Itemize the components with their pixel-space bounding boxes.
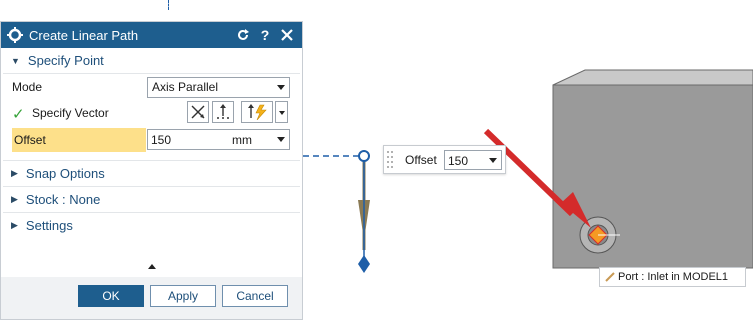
reset-icon: [238, 29, 249, 40]
triangle-right-icon: ▶: [11, 168, 18, 178]
offset-unit: mm: [232, 133, 252, 147]
apply-button[interactable]: Apply: [150, 285, 216, 307]
cross-arrows-icon: [191, 105, 205, 119]
floating-offset-label: Offset: [405, 153, 437, 167]
vector-options-dropdown[interactable]: [275, 101, 288, 123]
model-top-face: [552, 69, 753, 86]
port-inner: [587, 224, 609, 246]
offset-label-highlight: Offset: [12, 128, 146, 152]
tooltip-text: Port : Inlet in MODEL1: [618, 271, 729, 283]
offset-label: Offset: [14, 133, 46, 147]
collapse-dialog-toggle[interactable]: [1, 258, 302, 274]
checkmark-icon: ✓: [12, 106, 25, 123]
mode-label: Mode: [12, 80, 43, 94]
drag-grip-icon[interactable]: [387, 150, 393, 170]
origin-marker: [358, 150, 370, 162]
section-stock[interactable]: ▶ Stock : None: [1, 187, 302, 212]
model-front-face: [552, 84, 753, 269]
offset-input[interactable]: 150 mm: [147, 129, 290, 150]
dialog-button-area: OK Apply Cancel: [1, 277, 302, 319]
vector-inferred-button[interactable]: [241, 101, 273, 123]
mode-row: Mode Axis Parallel: [1, 74, 302, 100]
viewport-dashed-line-top: [168, 0, 169, 10]
triangle-right-icon: ▶: [11, 194, 18, 204]
close-button[interactable]: [278, 26, 296, 44]
vector-point-direction-button[interactable]: [212, 101, 234, 123]
direction-vector-head: [358, 200, 370, 240]
triangle-right-icon: ▶: [11, 220, 18, 230]
section-snap-options-label: Snap Options: [25, 166, 105, 181]
dialog-title-bar[interactable]: Create Linear Path ?: [1, 22, 302, 48]
mode-select-value: Axis Parallel: [152, 80, 219, 94]
triangle-down-icon: ▼: [11, 55, 20, 66]
close-icon: [281, 29, 293, 41]
chevron-down-icon: [277, 137, 285, 142]
offset-row: Offset 150 mm: [1, 128, 302, 154]
port-tooltip: Port : Inlet in MODEL1: [599, 267, 746, 287]
specify-vector-label: Specify Vector: [32, 106, 109, 120]
red-arrow-head: [561, 192, 591, 228]
mode-select[interactable]: Axis Parallel: [147, 77, 290, 98]
pencil-icon: [605, 272, 615, 282]
vector-two-points-button[interactable]: [187, 101, 209, 123]
help-button[interactable]: ?: [256, 26, 274, 44]
point-direction-icon: [217, 104, 229, 119]
dialog-title: Create Linear Path: [29, 27, 139, 43]
vector-row: ✓ Specify Vector: [1, 100, 302, 128]
port-marker: [588, 225, 608, 245]
port-outer: [579, 216, 617, 254]
gear-icon: [7, 27, 23, 43]
lightning-icon: [248, 104, 267, 120]
chevron-down-icon: [277, 85, 285, 90]
section-settings[interactable]: ▶ Settings: [1, 213, 302, 238]
reset-button[interactable]: [234, 26, 252, 44]
end-point-marker: [358, 255, 370, 273]
section-specify-point[interactable]: ▼ Specify Point: [1, 48, 302, 73]
section-specify-point-label: Specify Point: [27, 53, 104, 68]
chevron-up-icon: [147, 263, 156, 269]
section-settings-label: Settings: [25, 218, 73, 233]
offset-value: 150: [151, 133, 172, 147]
floating-offset-value: 150: [448, 154, 469, 168]
floating-offset-select[interactable]: 150: [444, 150, 502, 170]
chevron-down-icon: [489, 158, 497, 163]
create-linear-path-dialog: Create Linear Path ? ▼ Specify Point Mod…: [0, 21, 303, 320]
ok-button[interactable]: OK: [78, 285, 144, 307]
section-stock-label: Stock : None: [25, 192, 101, 207]
section-snap-options[interactable]: ▶ Snap Options: [1, 161, 302, 186]
floating-offset-widget: Offset 150: [383, 145, 506, 174]
cancel-button[interactable]: Cancel: [222, 285, 288, 307]
